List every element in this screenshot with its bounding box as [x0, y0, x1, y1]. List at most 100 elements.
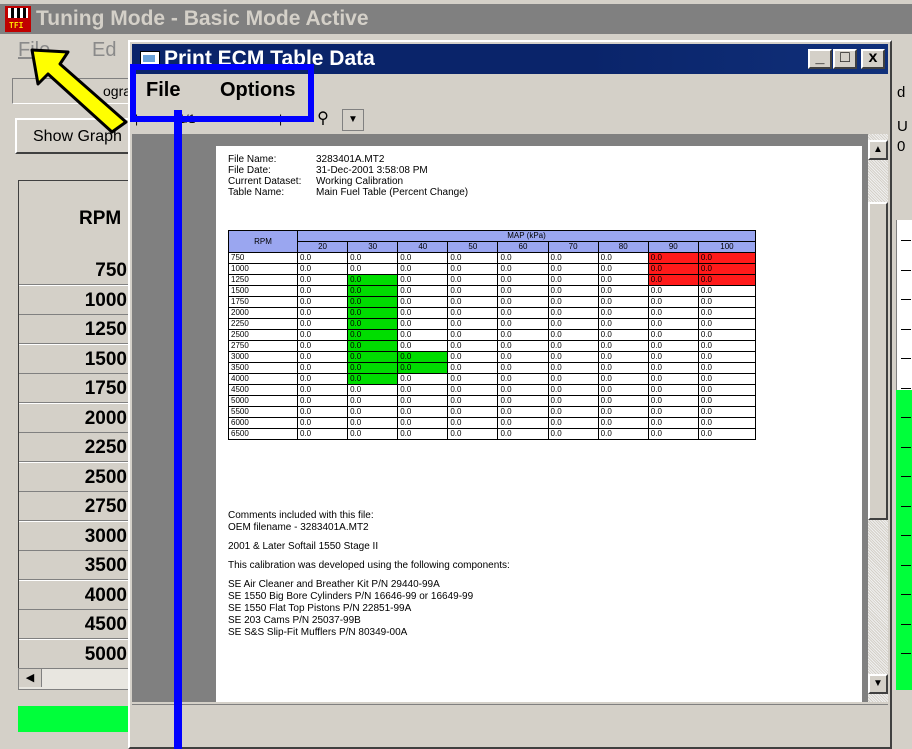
value-cell: 0.0	[647, 417, 699, 429]
rpm-cell: 2250	[228, 318, 298, 330]
scroll-thumb[interactable]	[868, 202, 888, 520]
value-cell: 0.0	[497, 428, 549, 440]
grid-tick	[901, 299, 911, 300]
rpm-cell: 1750	[228, 296, 298, 308]
value-cell: 0.0	[397, 307, 449, 319]
grid-tick	[901, 328, 911, 330]
value-cell: 0.0	[447, 384, 499, 396]
app-logo-text: TFI	[9, 21, 24, 30]
value-cell: 0.0	[497, 307, 549, 319]
value-cell: 0.0	[497, 406, 549, 418]
value-cell: 0.0	[497, 340, 549, 352]
value-cell: 0.0	[547, 384, 599, 396]
value-cell: 0.0	[296, 373, 349, 385]
map-column-header: 30	[347, 241, 399, 253]
value-cell: 0.0	[447, 406, 499, 418]
value-cell: 0.0	[697, 340, 757, 352]
table-row: 6500 0.0 0.0 0.0 0.0 0.0 0.0 0.0 0.0 0.0	[228, 428, 757, 440]
comment-line: 2001 & Later Softail 1550 Stage II	[228, 541, 379, 552]
value-cell: 0.0	[347, 428, 399, 440]
value-cell: 0.0	[497, 263, 549, 275]
rpm-cell: 1500	[228, 285, 298, 297]
scroll-up-icon[interactable]: ▲	[868, 140, 888, 160]
value-cell: 0.0	[397, 329, 449, 341]
minimize-button[interactable]: _	[808, 49, 832, 69]
value-cell: 0.0	[647, 384, 699, 396]
grid-tick	[901, 564, 911, 566]
value-cell: 0.0	[697, 428, 757, 440]
table-row: 5000 0.0 0.0 0.0 0.0 0.0 0.0 0.0 0.0 0.0	[228, 395, 757, 407]
value-cell: 0.0	[447, 307, 499, 319]
value-cell: 0.0	[347, 351, 399, 363]
value-cell: 0.0	[347, 252, 399, 264]
value-cell: 0.0	[447, 362, 499, 374]
rpm-cell: 750	[228, 252, 298, 264]
value-cell: 0.0	[697, 406, 757, 418]
maximize-button[interactable]: □	[833, 49, 857, 69]
value-cell: 0.0	[547, 263, 599, 275]
value-cell: 0.0	[397, 428, 449, 440]
zoom-dropdown[interactable]: ▼	[342, 109, 364, 131]
value-cell: 0.0	[296, 252, 349, 264]
scroll-left-icon[interactable]: ◀	[19, 669, 42, 687]
grid-tick	[901, 240, 911, 241]
value-cell: 0.0	[397, 252, 449, 264]
value-cell: 0.0	[347, 362, 399, 374]
value-cell: 0.0	[296, 351, 349, 363]
fuel-table: RPM MAP (kPa) 20 30 40 50 60 70 80 90 100 750 0.0 0.0…	[228, 230, 757, 440]
status-indicator	[18, 706, 138, 732]
search-icon[interactable]: ⚲	[312, 109, 334, 129]
value-cell: 0.0	[347, 285, 399, 297]
value-cell: 0.0	[647, 296, 699, 308]
comment-line: SE S&S Slip-Fit Mufflers P/N 80349-00A	[228, 627, 408, 638]
value-cell: 0.0	[497, 395, 549, 407]
value-cell: 0.0	[547, 428, 599, 440]
vertical-scrollbar[interactable]: ▲ ▼	[868, 134, 888, 702]
value-cell: 0.0	[347, 329, 399, 341]
value-cell: 0.0	[597, 307, 649, 319]
comment-line: SE Air Cleaner and Breather Kit P/N 2944…	[228, 579, 440, 590]
map-column-header: 50	[447, 241, 499, 253]
print-ecm-dialog: Print ECM Table Data _ □ x File Options …	[128, 40, 892, 749]
value-cell: 0.0	[647, 351, 699, 363]
value-cell: 0.0	[347, 384, 399, 396]
value-cell: 0.0	[497, 384, 549, 396]
table-row: 3500 0.0 0.0 0.0 0.0 0.0 0.0 0.0 0.0 0.0	[228, 362, 757, 374]
value-cell: 0.0	[447, 252, 499, 264]
right-fragment: U	[897, 118, 908, 135]
value-cell: 0.0	[647, 395, 699, 407]
value-cell: 0.0	[697, 285, 757, 297]
value-cell: 0.0	[497, 252, 549, 264]
close-button[interactable]: x	[861, 49, 885, 69]
background-title: Tuning Mode - Basic Mode Active	[36, 7, 369, 30]
table-row: 750 0.0 0.0 0.0 0.0 0.0 0.0 0.0 0.0 0.0	[228, 252, 757, 264]
value-cell: 0.0	[597, 318, 649, 330]
value-cell: 0.0	[597, 384, 649, 396]
table-row: 5500 0.0 0.0 0.0 0.0 0.0 0.0 0.0 0.0 0.0	[228, 406, 757, 418]
value-cell: 0.0	[697, 318, 757, 330]
highlight-box	[130, 64, 314, 122]
value-cell: 0.0	[296, 417, 349, 429]
rpm-cell: 5000	[228, 395, 298, 407]
value-cell: 0.0	[647, 285, 699, 297]
table-row: 2750 0.0 0.0 0.0 0.0 0.0 0.0 0.0 0.0 0.0	[228, 340, 757, 352]
print-preview-area: File Name: 3283401A.MT2 File Date: 31-De…	[132, 134, 888, 702]
value-cell: 0.0	[296, 406, 349, 418]
value-cell: 0.0	[647, 329, 699, 341]
value-cell: 0.0	[397, 362, 449, 374]
table-row: 1750 0.0 0.0 0.0 0.0 0.0 0.0 0.0 0.0 0.0	[228, 296, 757, 308]
value-cell: 0.0	[597, 285, 649, 297]
value-cell: 0.0	[447, 285, 499, 297]
value-cell: 0.0	[497, 285, 549, 297]
rpm-cell: 6500	[228, 428, 298, 440]
grid-tick	[901, 505, 911, 507]
grid-tick	[901, 387, 911, 389]
rpm-cell: 2000	[228, 307, 298, 319]
value-cell: 0.0	[497, 329, 549, 341]
table-row: 1500 0.0 0.0 0.0 0.0 0.0 0.0 0.0 0.0 0.0	[228, 285, 757, 297]
value-cell: 0.0	[447, 318, 499, 330]
value-cell: 0.0	[547, 274, 599, 286]
value-cell: 0.0	[597, 406, 649, 418]
value-cell: 0.0	[597, 263, 649, 275]
scroll-down-icon[interactable]: ▼	[868, 674, 888, 694]
